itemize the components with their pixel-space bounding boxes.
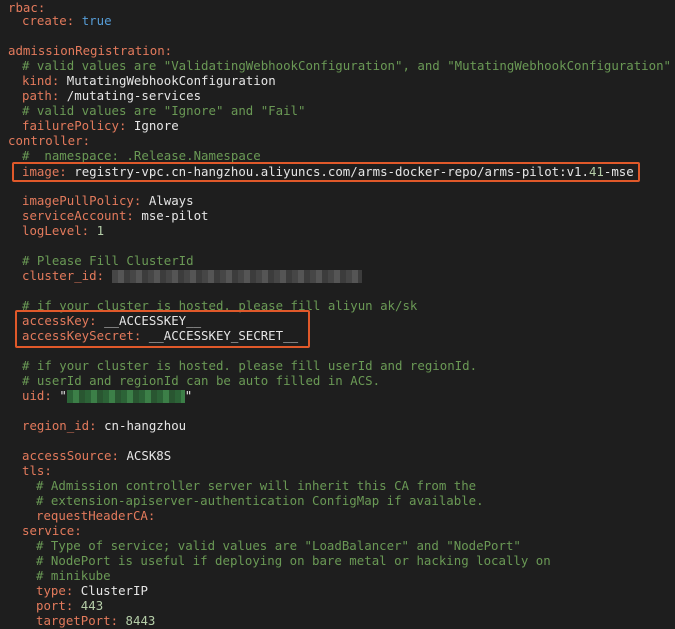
accesskey-highlight-box <box>15 310 310 348</box>
code-line: # Type of service; valid values are "Loa… <box>36 538 521 553</box>
yaml-key: port: <box>36 598 74 613</box>
code-line: type: ClusterIP <box>36 583 148 598</box>
yaml-comment: # minikube <box>36 568 111 583</box>
code-line: port: 443 <box>36 598 103 613</box>
yaml-comment: # valid values are "ValidatingWebhookCon… <box>22 58 672 73</box>
yaml-key: logLevel: <box>22 223 90 238</box>
yaml-key: admissionRegistration: <box>8 43 173 58</box>
yaml-value: ACSK8S <box>126 448 172 463</box>
code-line: controller: <box>8 133 90 148</box>
yaml-key: cluster_id: <box>22 268 105 283</box>
yaml-comment: # extension-apiserver-authentication Con… <box>36 493 484 508</box>
yaml-key: create: <box>22 13 75 28</box>
redacted-value <box>111 270 362 283</box>
code-line: logLevel: 1 <box>22 223 104 238</box>
yaml-key: controller: <box>8 133 91 148</box>
code-line: # minikube <box>36 568 111 583</box>
yaml-key: type: <box>36 583 74 598</box>
code-line: serviceAccount: mse-pilot <box>22 208 209 223</box>
yaml-key: targetPort: <box>36 613 119 628</box>
yaml-comment: # namespace: .Release.Namespace <box>22 148 261 163</box>
quote-mark: " <box>59 388 67 403</box>
yaml-number: 443 <box>80 598 104 613</box>
code-line: create: true <box>22 13 112 28</box>
code-line: # NodePort is useful if deploying on bar… <box>36 553 551 568</box>
yaml-number: 8443 <box>125 613 156 628</box>
yaml-key: path: <box>22 88 60 103</box>
yaml-key: region_id: <box>22 418 97 433</box>
yaml-key: uid: <box>22 388 52 403</box>
code-line: uid: " " <box>22 388 192 403</box>
yaml-value: cn-hangzhou <box>104 418 187 433</box>
yaml-key: accessSource: <box>22 448 119 463</box>
yaml-comment: # Type of service; valid values are "Loa… <box>36 538 521 553</box>
image-highlight-box <box>12 162 640 182</box>
code-line: # Please Fill ClusterId <box>22 253 194 268</box>
code-line: # userId and regionId can be auto filled… <box>22 373 380 388</box>
yaml-key: requestHeaderCA: <box>36 508 156 523</box>
yaml-comment: # userId and regionId can be auto filled… <box>22 373 381 388</box>
yaml-comment: # Admission controller server will inher… <box>36 478 477 493</box>
code-line: # if your cluster is hosted. please fill… <box>22 358 477 373</box>
yaml-value: /mutating-services <box>66 88 202 103</box>
yaml-value: ClusterIP <box>80 583 148 598</box>
yaml-value: true <box>81 13 112 28</box>
code-line: requestHeaderCA: <box>36 508 155 523</box>
code-line: path: /mutating-services <box>22 88 201 103</box>
yaml-key: kind: <box>22 73 60 88</box>
yaml-comment: # Please Fill ClusterId <box>22 253 194 268</box>
code-line: admissionRegistration: <box>8 43 172 58</box>
code-line: kind: MutatingWebhookConfiguration <box>22 73 276 88</box>
yaml-value: Always <box>148 193 194 208</box>
yaml-key: serviceAccount: <box>22 208 134 223</box>
yaml-editor[interactable]: rbac: create: true admissionRegistration… <box>0 0 675 629</box>
yaml-value: mse-pilot <box>141 208 209 223</box>
yaml-key: failurePolicy: <box>22 118 127 133</box>
quote-mark: " <box>184 388 193 403</box>
yaml-key: tls: <box>22 463 52 478</box>
yaml-comment: # if your cluster is hosted. please fill… <box>22 358 478 373</box>
code-line: # valid values are "ValidatingWebhookCon… <box>22 58 671 73</box>
code-line: tls: <box>22 463 52 478</box>
yaml-value: Ignore <box>133 118 179 133</box>
yaml-number: 1 <box>96 223 105 238</box>
yaml-value: MutatingWebhookConfiguration <box>66 73 276 88</box>
code-line: targetPort: 8443 <box>36 613 155 628</box>
code-line: # namespace: .Release.Namespace <box>22 148 261 163</box>
code-line: # extension-apiserver-authentication Con… <box>36 493 484 508</box>
code-line: imagePullPolicy: Always <box>22 193 194 208</box>
redacted-value <box>66 390 185 403</box>
code-line: service: <box>22 523 82 538</box>
code-line: cluster_id: <box>22 268 362 283</box>
code-line: # valid values are "Ignore" and "Fail" <box>22 103 305 118</box>
code-line: region_id: cn-hangzhou <box>22 418 186 433</box>
yaml-key: imagePullPolicy: <box>22 193 142 208</box>
code-line: # Admission controller server will inher… <box>36 478 476 493</box>
yaml-key: service: <box>22 523 82 538</box>
code-line: accessSource: ACSK8S <box>22 448 171 463</box>
yaml-comment: # NodePort is useful if deploying on bar… <box>36 553 551 568</box>
yaml-comment: # valid values are "Ignore" and "Fail" <box>22 103 306 118</box>
code-line: failurePolicy: Ignore <box>22 118 179 133</box>
